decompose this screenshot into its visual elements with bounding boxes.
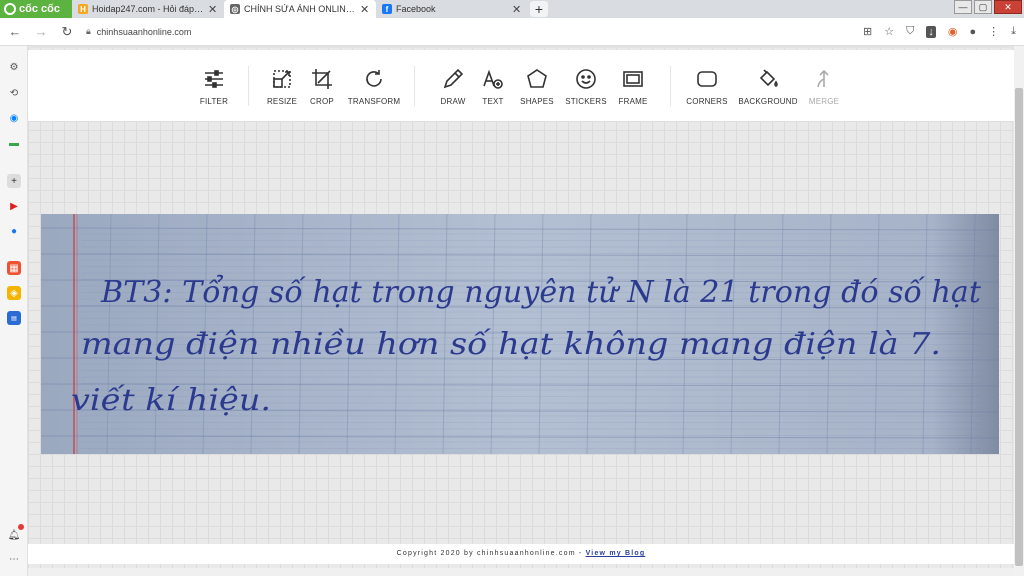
reload-icon[interactable]: ↻ xyxy=(60,24,74,40)
handwritten-line: viết kí hiệu. xyxy=(71,383,271,418)
tab-close-icon[interactable]: ✕ xyxy=(208,3,218,16)
tool-corners-button[interactable]: CORNERS xyxy=(677,50,737,122)
facebook-icon[interactable]: ● xyxy=(7,224,21,238)
new-tab-button[interactable]: + xyxy=(530,1,548,17)
tab-title: CHỈNH SỬA ẢNH ONLINE - Photo Editor xyxy=(244,4,356,14)
paint-bucket-icon xyxy=(759,68,778,87)
page-scrollbar[interactable] xyxy=(1014,46,1024,576)
tab-favicon-icon: H xyxy=(78,4,88,14)
tab-close-icon[interactable]: ✕ xyxy=(360,3,370,16)
tool-label: TRANSFORM xyxy=(347,96,401,106)
scrollbar-thumb[interactable] xyxy=(1015,88,1023,566)
editor-toolbar: FILTER RESIZE CROP TRANSFORM DRAW TEXT SHAPES S… xyxy=(28,50,1014,122)
handwritten-line: BT3: Tổng số hạt trong nguyên tử N là 21… xyxy=(100,274,982,310)
shield-icon[interactable]: ⛉ xyxy=(906,25,914,38)
brand-label: cốc cốc xyxy=(19,3,60,15)
notification-dot xyxy=(18,524,24,530)
menu-icon[interactable]: ⋮ xyxy=(988,25,999,38)
tool-merge-button: MERGE xyxy=(794,50,854,122)
minimize-button[interactable]: — xyxy=(954,0,972,14)
tool-label: MERGE xyxy=(808,96,840,106)
downloads-arrow-icon[interactable]: ⤓ xyxy=(1011,25,1016,38)
profile-icon[interactable]: ● xyxy=(969,26,976,38)
crop-icon xyxy=(312,68,332,89)
page-footer: Copyright 2020 by chinhsuaanhonline.com … xyxy=(28,544,1014,564)
gamepad-icon[interactable]: ▬ xyxy=(7,136,21,150)
pentagon-icon xyxy=(527,68,547,88)
shop-app-icon[interactable]: ▦ xyxy=(7,261,21,275)
tab-title: Hoidap247.com - Hỏi đáp online xyxy=(92,4,204,14)
tool-label: SHAPES xyxy=(520,96,554,106)
tab-bar: cốc cốc H Hoidap247.com - Hỏi đáp online ✕… xyxy=(0,0,1024,18)
page-content: FILTER RESIZE CROP TRANSFORM DRAW TEXT SHAPES S… xyxy=(28,46,1014,576)
tab-title: Facebook xyxy=(396,4,436,14)
toolbar-separator xyxy=(413,66,415,106)
settings-icon[interactable]: ⚙ xyxy=(7,60,21,74)
tool-label: TEXT xyxy=(482,96,504,106)
more-icon[interactable]: ⋯ xyxy=(7,552,21,566)
youtube-icon[interactable]: ▶ xyxy=(7,199,21,213)
tool-label: FILTER xyxy=(199,96,229,106)
merge-icon xyxy=(817,69,829,87)
bookmark-star-icon[interactable]: ☆ xyxy=(884,25,894,38)
smiley-icon xyxy=(576,68,596,89)
close-window-button[interactable]: ✕ xyxy=(994,0,1022,14)
notification-bell-icon[interactable]: 🔔︎ xyxy=(7,528,21,542)
edited-image[interactable]: BT3: Tổng số hạt trong nguyên tử N là 21… xyxy=(41,214,999,454)
tool-label: BACKGROUND xyxy=(738,96,798,106)
extension-icon[interactable]: ◉ xyxy=(948,25,958,38)
tool-label: CORNERS xyxy=(686,96,728,106)
browser-brand[interactable]: cốc cốc xyxy=(0,0,72,18)
toolbar-separator xyxy=(248,66,249,106)
browser-tab[interactable]: ◎ CHỈNH SỬA ẢNH ONLINE - Photo Editor ✕ xyxy=(224,0,376,18)
tool-background-button[interactable]: BACKGROUND xyxy=(738,50,798,122)
back-icon[interactable]: ← xyxy=(8,24,22,39)
handwritten-line: mang điện nhiều hơn số hạt không mang đi… xyxy=(81,327,941,362)
history-icon[interactable]: ⟲ xyxy=(7,86,21,100)
tool-label: FRAME xyxy=(618,96,648,106)
tab-favicon-icon: ◎ xyxy=(230,4,240,14)
tool-filter-button[interactable]: FILTER xyxy=(184,50,244,122)
pencil-icon xyxy=(443,68,464,88)
sliders-icon xyxy=(205,69,223,88)
blog-link[interactable]: View my Blog xyxy=(586,550,646,557)
notebook-photo: BT3: Tổng số hạt trong nguyên tử N là 21… xyxy=(41,214,999,454)
copyright-text: Copyright 2020 by chinhsuaanhonline.com … xyxy=(396,550,586,557)
tab-favicon-icon: f xyxy=(382,4,392,14)
translate-icon[interactable]: ⊞ xyxy=(863,25,872,38)
browser-tab[interactable]: f Facebook ✕ xyxy=(376,0,528,18)
tool-crop-button[interactable]: CROP xyxy=(292,50,352,122)
url-text: chinhsuaanhonline.com xyxy=(96,26,192,37)
tool-label: CROP xyxy=(310,96,334,106)
tool-transform-button[interactable]: TRANSFORM xyxy=(344,50,404,122)
news-app-icon[interactable]: ▤ xyxy=(7,311,21,325)
resize-icon xyxy=(273,69,291,88)
browser-tab[interactable]: H Hoidap247.com - Hỏi đáp online ✕ xyxy=(72,0,224,18)
tab-close-icon[interactable]: ✕ xyxy=(512,3,522,16)
tool-label: STICKERS xyxy=(565,96,607,106)
tool-label: DRAW xyxy=(440,96,466,106)
forward-icon[interactable]: → xyxy=(34,24,48,39)
coccoc-logo-icon xyxy=(4,3,16,15)
game-app-icon[interactable]: ◈ xyxy=(7,286,21,300)
messenger-icon[interactable]: ◉ xyxy=(7,111,21,125)
url-field[interactable]: 🔒︎ chinhsuaanhonline.com xyxy=(86,26,851,37)
top-divider xyxy=(28,46,1014,48)
rounded-square-icon xyxy=(697,70,717,87)
toolbar-separator xyxy=(670,66,671,106)
maximize-button[interactable]: ▢ xyxy=(974,0,992,14)
add-sidebar-icon[interactable]: + xyxy=(7,174,21,188)
tool-frame-button[interactable]: FRAME xyxy=(603,50,663,122)
text-add-icon xyxy=(483,69,503,89)
bottom-divider xyxy=(28,568,1014,576)
download-icon[interactable]: ↓ xyxy=(926,25,936,38)
browser-sidebar: ⚙ ⟲ ◉ ▬ + ▶ ● ▦ ◈ ▤ 🔔︎ ⋯ xyxy=(0,46,28,576)
lock-icon: 🔒︎ xyxy=(86,26,91,36)
window-controls: — ▢ ✕ xyxy=(954,0,1024,18)
rotate-icon xyxy=(366,69,382,87)
frame-icon xyxy=(623,70,643,87)
address-bar: ← → ↻ 🔒︎ chinhsuaanhonline.com ⊞ ☆ ⛉ ↓ ◉… xyxy=(0,18,1024,46)
